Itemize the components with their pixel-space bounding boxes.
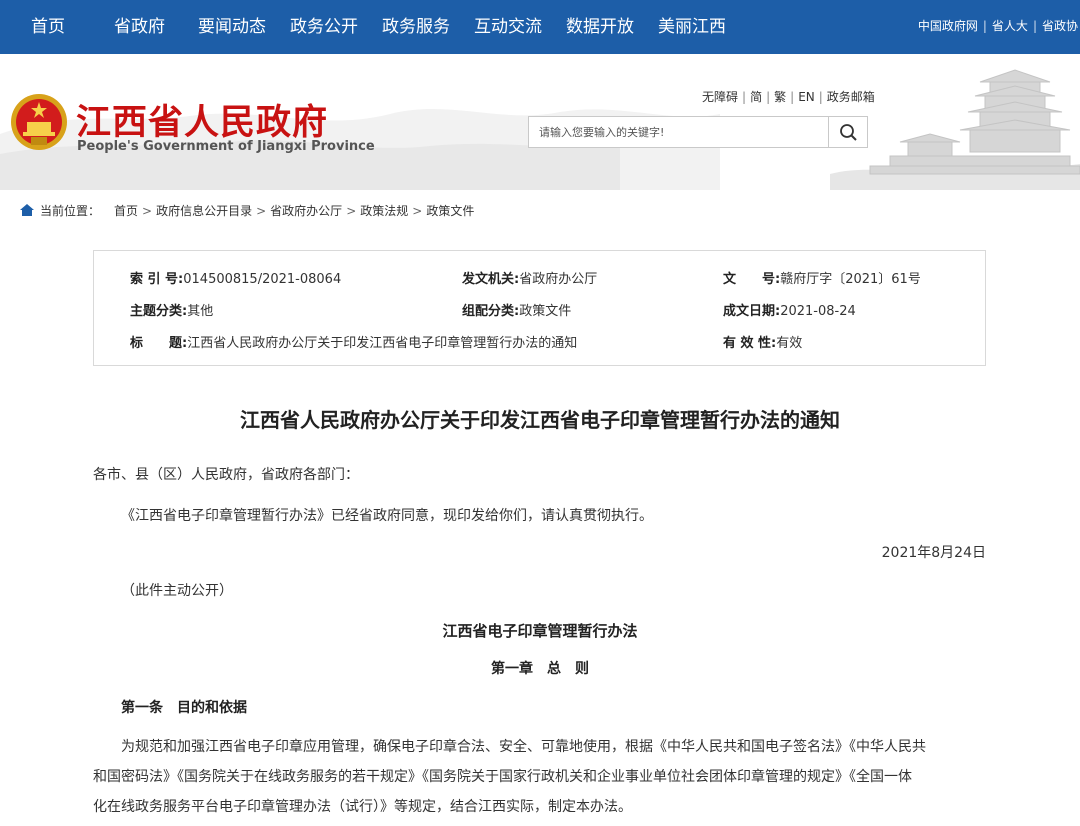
date-row: 成文日期:2021-08-24 bbox=[723, 300, 856, 319]
link-english[interactable]: EN bbox=[798, 90, 815, 104]
article-heading: 第一条 目的和依据 bbox=[121, 700, 247, 716]
separator: | bbox=[766, 90, 771, 104]
chapter-heading: 第一章 总 则 bbox=[491, 661, 589, 677]
separator: | bbox=[982, 19, 987, 33]
breadcrumb-general-office[interactable]: 省政府办公厅 bbox=[270, 204, 342, 218]
separator: | bbox=[1032, 19, 1037, 33]
issuer-value: 省政府办公厅 bbox=[519, 272, 598, 287]
breadcrumb-info-disclosure[interactable]: 政府信息公开目录 bbox=[156, 204, 252, 218]
document-number-row: 文 号:赣府厅字〔2021〕61号 bbox=[723, 268, 921, 287]
external-links: 中国政府网 | 省人大 | 省政协 bbox=[918, 0, 1078, 54]
link-accessibility[interactable]: 无障碍 bbox=[702, 90, 738, 104]
salutation: 各市、县（区）人民政府，省政府各部门： bbox=[93, 467, 359, 483]
separator: | bbox=[742, 90, 747, 104]
search-box bbox=[528, 116, 868, 148]
document-number-value: 赣府厅字〔2021〕61号 bbox=[780, 272, 921, 287]
title-row: 标 题:江西省人民政府办公厅关于印发江西省电子印章管理暂行办法的通知 bbox=[130, 332, 577, 351]
disclosure-note: （此件主动公开） bbox=[121, 583, 233, 599]
topic-label: 主题分类: bbox=[130, 304, 188, 319]
category-label: 组配分类: bbox=[462, 304, 520, 319]
validity-row: 有 效 性:有效 bbox=[723, 332, 802, 351]
date-value: 2021-08-24 bbox=[780, 304, 856, 319]
breadcrumb-policy-documents[interactable]: 政策文件 bbox=[426, 204, 474, 218]
nav-item-public-affairs[interactable]: 政务公开 bbox=[290, 0, 358, 54]
nav-item-open-data[interactable]: 数据开放 bbox=[566, 0, 634, 54]
nav-item-interaction[interactable]: 互动交流 bbox=[474, 0, 542, 54]
article-title: 江西省人民政府办公厅关于印发江西省电子印章管理暂行办法的通知 bbox=[240, 408, 840, 432]
breadcrumb-policies[interactable]: 政策法规 bbox=[360, 204, 408, 218]
link-cppcc[interactable]: 省政协 bbox=[1042, 19, 1078, 33]
tengwang-pavilion-illustration bbox=[830, 69, 1080, 190]
topic-value: 其他 bbox=[187, 304, 214, 319]
category-value: 政策文件 bbox=[519, 304, 572, 319]
index-number-row: 索 引 号:014500815/2021-08064 bbox=[130, 268, 341, 287]
search-input[interactable] bbox=[529, 117, 829, 147]
validity-value: 有效 bbox=[776, 336, 803, 351]
breadcrumb: 当前位置： 首页 > 政府信息公开目录 > 省政府办公厅 > 政策法规 > 政策文件 bbox=[20, 202, 474, 219]
nav-item-province-government[interactable]: 省政府 bbox=[114, 0, 165, 54]
separator: | bbox=[818, 90, 823, 104]
nav-item-beautiful-jiangxi[interactable]: 美丽江西 bbox=[658, 0, 726, 54]
body-paragraph: 《江西省电子印章管理暂行办法》已经省政府同意，现印发给你们，请认真贯彻执行。 bbox=[121, 508, 653, 524]
link-provincial-congress[interactable]: 省人大 bbox=[992, 19, 1028, 33]
article-line-3: 化在线政务服务平台电子印章管理办法（试行）》等规定，结合江西实际，制定本办法。 bbox=[93, 799, 632, 815]
issuer-row: 发文机关:省政府办公厅 bbox=[462, 268, 597, 287]
date-label: 成文日期: bbox=[723, 304, 781, 319]
top-navigation-bar: 首页 省政府 要闻动态 政务公开 政务服务 互动交流 数据开放 美丽江西 中国政… bbox=[0, 0, 1080, 54]
title-label: 标 题: bbox=[130, 336, 188, 351]
link-china-gov[interactable]: 中国政府网 bbox=[918, 19, 978, 33]
article-line-2: 和国密码法》《国务院关于在线政务服务的若干规定》《国务院关于国家行政机关和企业事… bbox=[93, 769, 912, 785]
index-number-value: 014500815/2021-08064 bbox=[183, 272, 342, 287]
national-emblem-icon bbox=[11, 94, 67, 150]
nav-item-services[interactable]: 政务服务 bbox=[382, 0, 450, 54]
separator: | bbox=[790, 90, 795, 104]
topic-row: 主题分类:其他 bbox=[130, 300, 213, 319]
location-icon bbox=[20, 204, 34, 216]
nav-item-news[interactable]: 要闻动态 bbox=[198, 0, 266, 54]
separator: > bbox=[142, 204, 153, 218]
separator: > bbox=[346, 204, 357, 218]
category-row: 组配分类:政策文件 bbox=[462, 300, 571, 319]
issue-date: 2021年8月24日 bbox=[881, 545, 986, 561]
site-title: 江西省人民政府 bbox=[76, 102, 329, 143]
index-number-label: 索 引 号: bbox=[130, 272, 184, 287]
issuer-label: 发文机关: bbox=[462, 272, 520, 287]
separator: > bbox=[256, 204, 267, 218]
title-value: 江西省人民政府办公厅关于印发江西省电子印章管理暂行办法的通知 bbox=[187, 336, 578, 351]
site-subtitle: People's Government of Jiangxi Province bbox=[77, 139, 375, 154]
measures-title: 江西省电子印章管理暂行办法 bbox=[442, 622, 638, 640]
article-line-1: 为规范和加强江西省电子印章应用管理，确保电子印章合法、安全、可靠地使用，根据《中… bbox=[121, 739, 926, 755]
breadcrumb-label: 当前位置： bbox=[40, 204, 101, 218]
breadcrumb-home[interactable]: 首页 bbox=[114, 204, 138, 218]
site-header: 江西省人民政府 People's Government of Jiangxi P… bbox=[0, 54, 1080, 190]
document-metadata-table: 索 引 号:014500815/2021-08064 发文机关:省政府办公厅 文… bbox=[93, 250, 986, 366]
nav-item-home[interactable]: 首页 bbox=[31, 0, 65, 54]
separator: > bbox=[412, 204, 423, 218]
document-number-label: 文 号: bbox=[723, 272, 781, 287]
validity-label: 有 效 性: bbox=[723, 336, 777, 351]
link-traditional[interactable]: 繁 bbox=[774, 90, 786, 104]
link-simplified[interactable]: 简 bbox=[750, 90, 762, 104]
